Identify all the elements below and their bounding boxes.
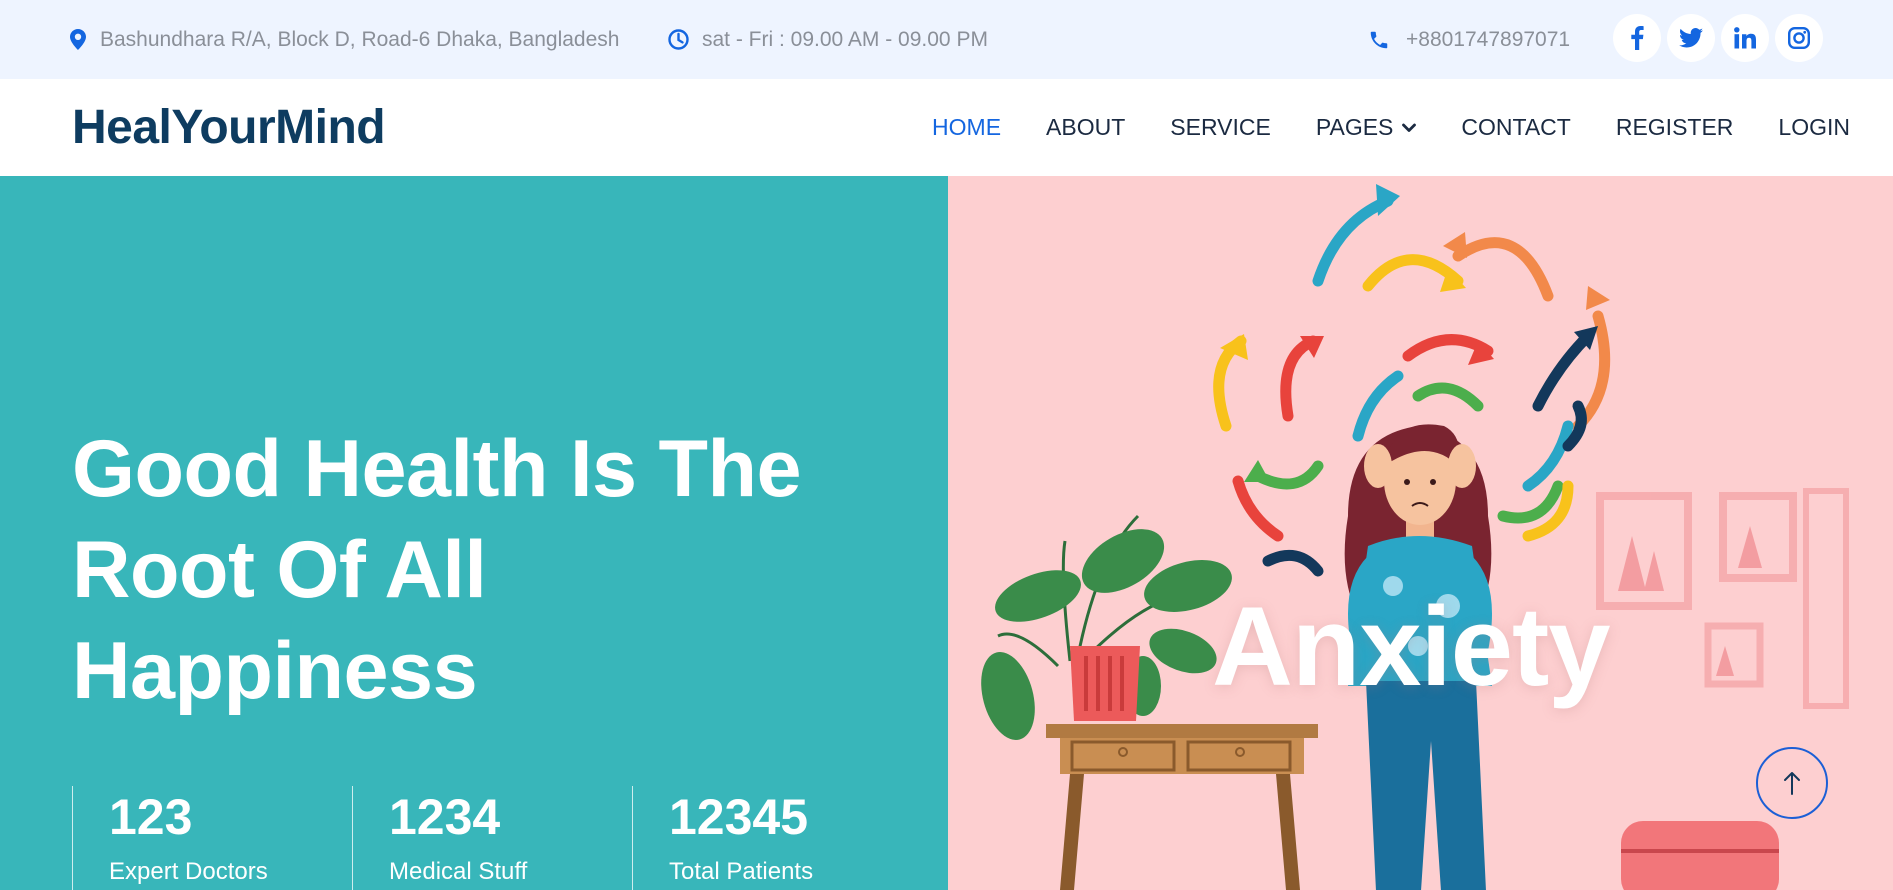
pouf-icon	[1621, 821, 1779, 890]
nav-item-login[interactable]: LOGIN	[1778, 114, 1850, 141]
linkedin-link[interactable]	[1721, 14, 1769, 62]
main-navbar: HealYourMind HOME ABOUT SERVICE PAGES CO…	[0, 79, 1893, 176]
hero-illustration-panel	[948, 176, 1893, 890]
map-pin-icon	[70, 29, 86, 50]
potted-plant-icon	[981, 514, 1232, 740]
address-info: Bashundhara R/A, Block D, Road-6 Dhaka, …	[70, 0, 619, 79]
hero-title-line: Good Health Is The	[72, 424, 802, 514]
nav-menu: HOME ABOUT SERVICE PAGES CONTACT REGISTE…	[932, 79, 1850, 176]
hero-title-line: Root Of All	[72, 525, 487, 615]
phone-icon	[1370, 31, 1388, 48]
linkedin-icon	[1734, 27, 1756, 49]
top-info-bar: Bashundhara R/A, Block D, Road-6 Dhaka, …	[0, 0, 1893, 79]
wall-frames-icon	[1596, 488, 1849, 709]
stat-value: 1234	[389, 789, 501, 845]
facebook-link[interactable]	[1613, 14, 1661, 62]
stat-label: Medical Stuff	[389, 858, 528, 885]
arrow-up-icon	[1784, 772, 1800, 795]
hero-title-line: Happiness	[72, 626, 478, 716]
stat-label: Total Patients	[669, 858, 814, 885]
nav-item-register[interactable]: REGISTER	[1616, 114, 1734, 141]
clock-icon	[668, 29, 689, 50]
chevron-down-icon	[1402, 123, 1417, 132]
nav-item-contact[interactable]: CONTACT	[1461, 114, 1570, 141]
nav-item-home[interactable]: HOME	[932, 114, 1001, 141]
hero-text-panel: Good Health Is The Root Of All Happiness…	[0, 176, 948, 890]
hours-text: sat - Fri : 09.00 AM - 09.00 PM	[702, 27, 988, 51]
facebook-icon	[1631, 26, 1644, 50]
stat-value: 123	[109, 789, 193, 845]
side-table-icon	[1046, 724, 1318, 890]
nav-item-about[interactable]: ABOUT	[1046, 114, 1125, 141]
instagram-link[interactable]	[1775, 14, 1823, 62]
stat-total-patients: 12345 Total Patients	[632, 786, 813, 890]
anxiety-illustration	[981, 184, 1849, 890]
stat-label: Expert Doctors	[109, 858, 268, 885]
scroll-to-top-button[interactable]	[1756, 747, 1828, 819]
hours-info: sat - Fri : 09.00 AM - 09.00 PM	[668, 0, 988, 79]
hero-title: Good Health Is The Root Of All Happiness	[72, 419, 852, 722]
phone-info[interactable]: +8801747897071	[1368, 0, 1570, 79]
hero-image-caption: Anxiety	[1212, 584, 1611, 709]
stat-value: 12345	[669, 789, 809, 845]
twitter-link[interactable]	[1667, 14, 1715, 62]
nav-item-service[interactable]: SERVICE	[1170, 114, 1271, 141]
phone-text: +8801747897071	[1406, 27, 1571, 51]
nav-item-pages[interactable]: PAGES	[1316, 114, 1417, 141]
twitter-icon	[1679, 28, 1703, 48]
address-text: Bashundhara R/A, Block D, Road-6 Dhaka, …	[100, 27, 620, 51]
brand-logo[interactable]: HealYourMind	[72, 79, 386, 176]
stat-expert-doctors: 123 Expert Doctors	[72, 786, 268, 890]
nav-item-pages-label: PAGES	[1315, 114, 1394, 140]
social-links	[1613, 14, 1823, 62]
instagram-icon	[1788, 27, 1810, 49]
stat-medical-stuff: 1234 Medical Stuff	[352, 786, 527, 890]
